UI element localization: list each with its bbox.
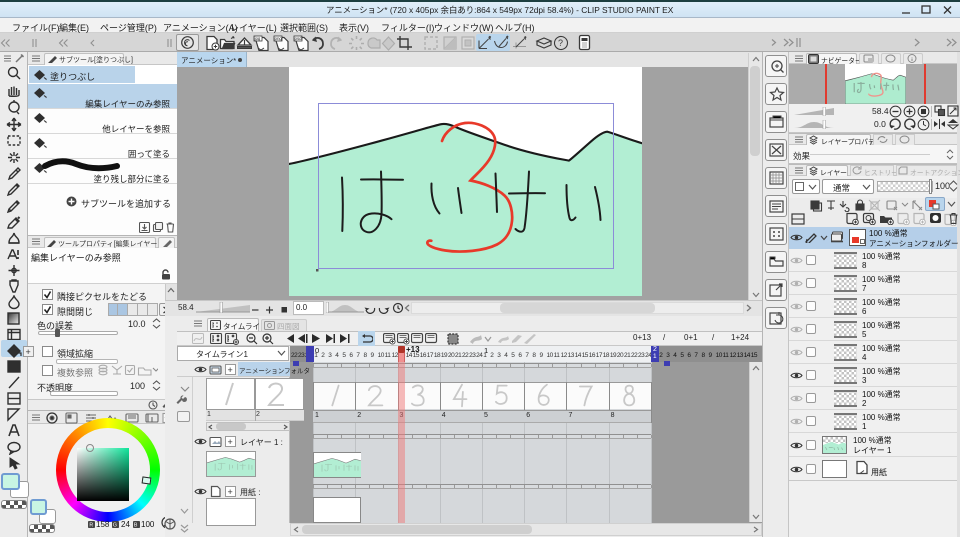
svg-text:png: png bbox=[275, 36, 283, 41]
svg-text:jpg: jpg bbox=[254, 36, 261, 41]
svg-text:?: ? bbox=[558, 38, 563, 48]
svg-text:psd: psd bbox=[295, 36, 303, 41]
svg-text:G: G bbox=[113, 523, 117, 528]
svg-text:R: R bbox=[89, 523, 93, 528]
svg-text:B: B bbox=[134, 523, 138, 528]
